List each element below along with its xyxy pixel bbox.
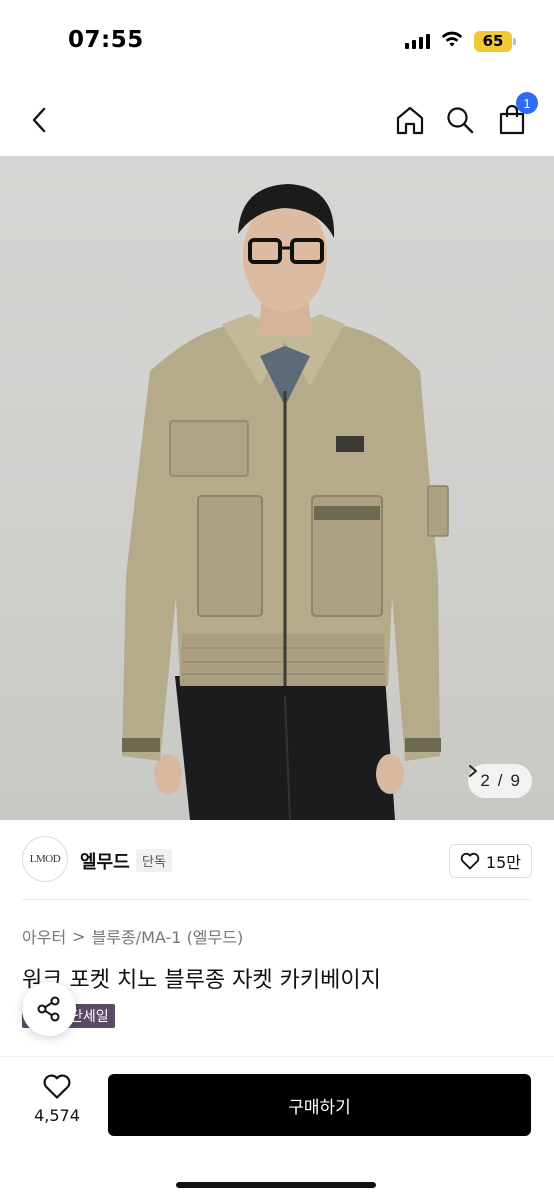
cart-button[interactable]: 1 — [494, 92, 538, 138]
breadcrumb: 아우터 > 블루종/MA-1 (엘무드) — [22, 924, 243, 948]
image-counter-separator: / — [497, 771, 503, 790]
chevron-left-icon — [32, 107, 46, 133]
breadcrumb-separator: > — [72, 926, 86, 946]
bottom-action-bar: 4,574 구매하기 — [0, 1056, 554, 1200]
signal-icon — [405, 33, 430, 49]
back-button[interactable] — [22, 102, 58, 138]
home-button[interactable] — [392, 102, 428, 138]
brand-logo[interactable]: LMOD — [22, 836, 68, 882]
image-counter-current: 2 — [480, 771, 490, 790]
cart-count-badge: 1 — [516, 92, 538, 114]
breadcrumb-category-2[interactable]: 블루종/MA-1 (엘무드) — [92, 924, 244, 948]
image-counter-total: 9 — [510, 771, 520, 790]
heart-icon — [43, 1074, 71, 1099]
breadcrumb-category-1[interactable]: 아우터 — [22, 924, 66, 948]
brand-exclusive-tag: 단독 — [136, 849, 172, 872]
home-icon — [396, 106, 424, 135]
brand-like-button[interactable]: 15만 — [448, 844, 532, 878]
brand-name[interactable]: 엘무드 — [80, 848, 130, 874]
brand-like-count: 15만 — [485, 853, 521, 872]
brand-logo-text: LMOD — [29, 853, 61, 865]
buy-button[interactable]: 구매하기 — [108, 1074, 531, 1136]
product-title: 워크 포켓 치노 블루종 자켓 카키베이지 — [22, 968, 381, 993]
battery-level: 65 — [482, 32, 504, 50]
status-icons: 65 — [405, 30, 516, 52]
share-button[interactable] — [22, 982, 76, 1036]
product-image-gallery[interactable]: 2 / 9 — [0, 156, 554, 820]
status-time: 07:55 — [68, 27, 144, 53]
wifi-icon — [440, 30, 464, 52]
home-indicator — [176, 1182, 376, 1188]
share-icon — [37, 996, 60, 1022]
status-bar: 07:55 65 — [0, 0, 554, 84]
heart-icon — [460, 852, 480, 870]
wishlist-count: 4,574 — [34, 1106, 80, 1125]
divider — [22, 899, 532, 900]
search-button[interactable] — [442, 102, 478, 138]
top-nav-bar: 1 — [0, 84, 554, 156]
search-icon — [447, 107, 474, 134]
chevron-right-icon — [469, 765, 478, 777]
product-photo — [122, 184, 449, 820]
image-counter[interactable]: 2 / 9 — [468, 764, 532, 798]
wishlist-button[interactable]: 4,574 — [22, 1073, 92, 1125]
brand-row: LMOD 엘무드 단독 15만 — [0, 820, 554, 900]
battery-icon: 65 — [474, 30, 516, 52]
